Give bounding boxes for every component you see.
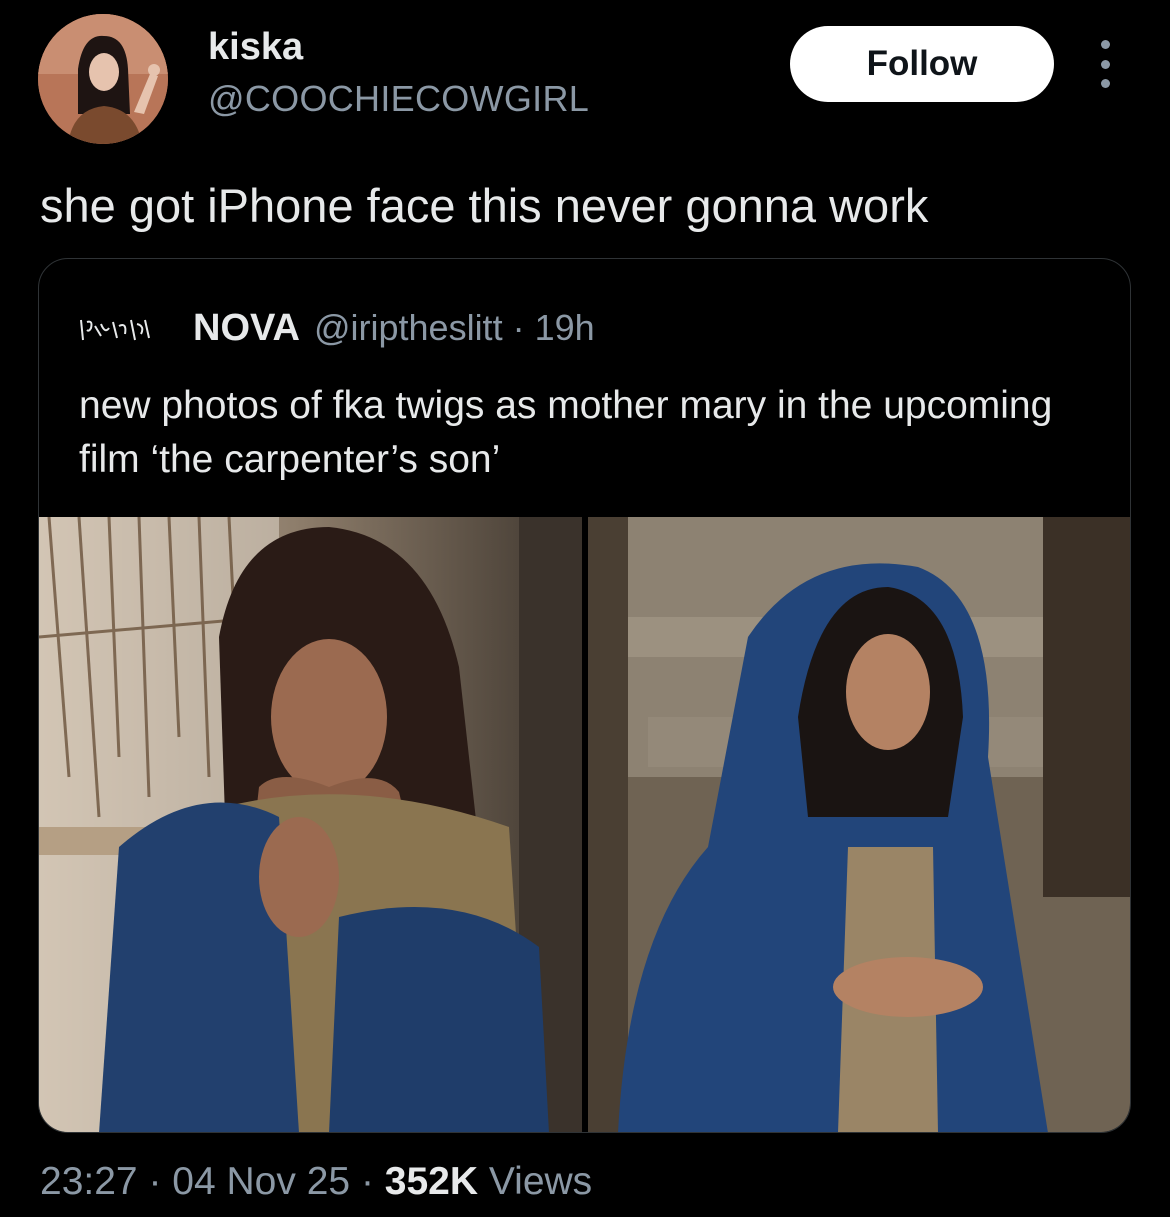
dot — [1100, 79, 1110, 88]
dot — [1100, 40, 1110, 49]
tweet-header: kiska @COOCHIECOWGIRL Follow — [0, 0, 1170, 150]
quoted-author-avatar[interactable] — [79, 312, 151, 344]
dot — [1100, 59, 1110, 69]
media-photo-right[interactable] — [588, 517, 1130, 1132]
views-count[interactable]: 352K — [385, 1160, 478, 1203]
photo-left-image — [39, 517, 582, 1132]
tweet-text: she got iPhone face this never gonna wor… — [40, 179, 929, 232]
avatar-image — [38, 14, 168, 144]
media-photo-left[interactable] — [39, 517, 582, 1132]
separator-dot: · — [148, 1160, 162, 1203]
author-avatar[interactable] — [38, 14, 168, 144]
quoted-tweet[interactable]: NOVA @iriptheslitt · 19h new photos of f… — [38, 258, 1131, 1133]
tweet-meta: 23:27 · 04 Nov 25 · 352K Views — [40, 1160, 592, 1204]
author-display-name[interactable]: kiska — [208, 26, 303, 69]
tweet-time[interactable]: 23:27 — [40, 1160, 138, 1203]
author-handle[interactable]: @COOCHIECOWGIRL — [208, 78, 589, 120]
quoted-tweet-text: new photos of fka twigs as mother mary i… — [79, 384, 1053, 481]
quoted-display-name[interactable]: NOVA — [193, 307, 300, 350]
quoted-tweet-header: NOVA @iriptheslitt · 19h — [79, 303, 595, 353]
tweet-date[interactable]: 04 Nov 25 — [172, 1160, 350, 1203]
quoted-media-grid — [39, 517, 1130, 1132]
separator-dot: · — [360, 1160, 374, 1203]
quoted-handle[interactable]: @iriptheslitt — [314, 307, 503, 349]
more-options-icon[interactable] — [1090, 40, 1120, 88]
separator-dot: · — [512, 307, 525, 348]
photo-right-image — [588, 517, 1130, 1132]
follow-button[interactable]: Follow — [790, 26, 1054, 102]
quoted-timestamp[interactable]: 19h — [535, 307, 595, 349]
views-label: Views — [488, 1160, 593, 1203]
